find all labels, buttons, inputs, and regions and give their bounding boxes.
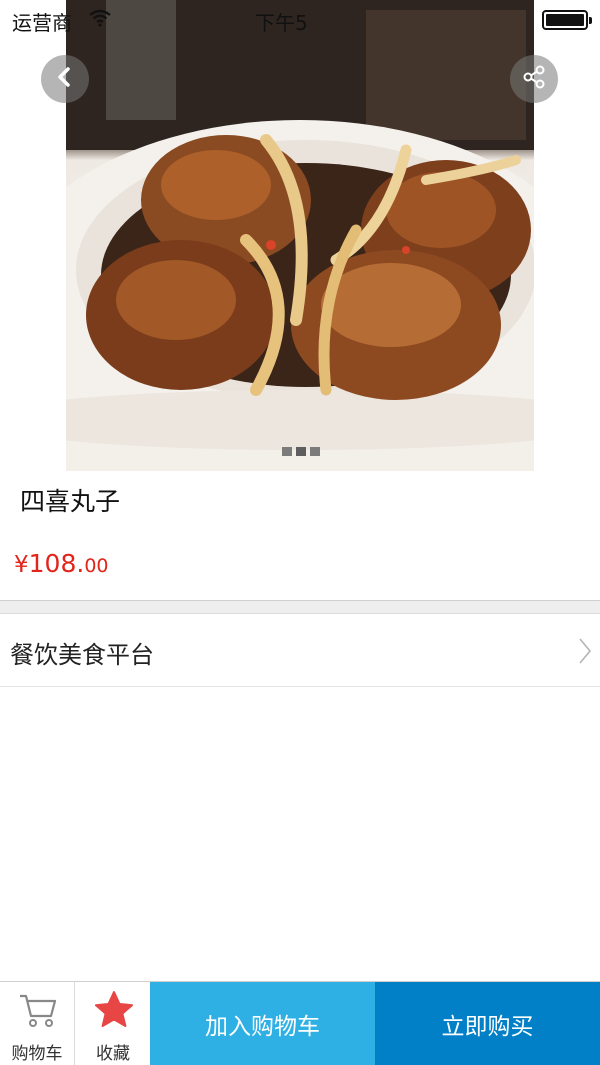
favorite-label: 收藏 bbox=[96, 1044, 130, 1064]
pagination-dot-active bbox=[296, 447, 306, 456]
share-icon bbox=[521, 64, 547, 94]
product-photo[interactable] bbox=[66, 0, 534, 471]
back-arrow-icon bbox=[55, 66, 75, 92]
buy-now-button[interactable]: 立即购买 bbox=[375, 982, 600, 1065]
cart-tab[interactable]: 购物车 bbox=[0, 982, 75, 1065]
pagination-dot bbox=[310, 447, 320, 456]
battery-icon bbox=[542, 10, 592, 30]
status-time: 下午5 bbox=[255, 11, 308, 35]
price-decimal: 00 bbox=[84, 555, 109, 577]
cart-icon bbox=[18, 992, 58, 1034]
favorite-tab[interactable]: 收藏 bbox=[76, 982, 150, 1065]
cart-label: 购物车 bbox=[11, 1044, 63, 1064]
product-image-gallery[interactable]: 运营商 下午5 bbox=[0, 0, 600, 471]
pagination-dot bbox=[282, 447, 292, 456]
product-title: 四喜丸子 bbox=[20, 487, 121, 516]
carrier-label: 运营商 bbox=[12, 11, 72, 35]
section-divider bbox=[0, 600, 600, 614]
star-icon bbox=[94, 990, 134, 1034]
status-bar: 运营商 下午5 bbox=[0, 0, 600, 40]
price-integer: 108. bbox=[28, 549, 85, 578]
back-button[interactable] bbox=[41, 55, 89, 103]
shop-name: 餐饮美食平台 bbox=[10, 641, 154, 669]
share-button[interactable] bbox=[510, 55, 558, 103]
product-price: ¥108.00 bbox=[14, 549, 109, 578]
wifi-icon bbox=[88, 8, 112, 32]
image-pagination bbox=[282, 447, 320, 456]
shop-entry-row[interactable]: 餐饮美食平台 bbox=[0, 615, 600, 687]
price-currency: ¥ bbox=[14, 552, 29, 578]
bottom-action-bar: 购物车 收藏 加入购物车 立即购买 bbox=[0, 981, 600, 1065]
chevron-right-icon bbox=[578, 637, 592, 669]
add-to-cart-button[interactable]: 加入购物车 bbox=[150, 982, 375, 1065]
meatball-dish-image bbox=[66, 0, 534, 471]
